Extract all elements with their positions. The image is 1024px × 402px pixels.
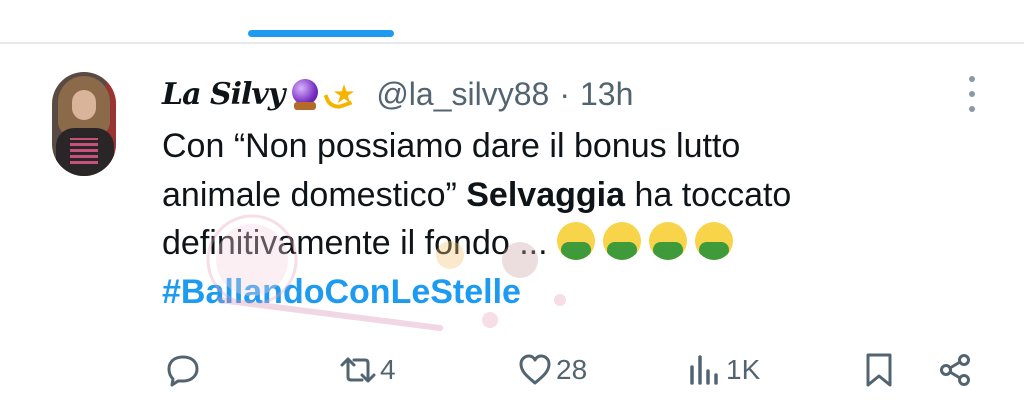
divider (0, 42, 1024, 44)
tweet-header: La Silvy ★ @la_silvy88 · 13h (162, 72, 633, 116)
retweet-icon (340, 357, 376, 383)
hashtag-link[interactable]: #BallandoConLeStelle (162, 273, 521, 311)
avatar-shirt-print (70, 138, 98, 164)
crystal-ball-icon (288, 77, 322, 111)
like-button[interactable]: 28 (518, 348, 587, 392)
nauseated-face-icon (649, 222, 688, 260)
user-handle[interactable]: @la_silvy88 (376, 76, 549, 113)
avatar[interactable] (52, 72, 116, 176)
bold-word: Selvaggia (466, 175, 625, 214)
tweet-text-line: definitivamente il fondo ... (162, 219, 882, 268)
tab-strip (0, 0, 1024, 46)
tweet-text-segment: ha toccato (625, 175, 792, 214)
tweet-text-line: Con “Non possiamo dare il bonus lutto (162, 127, 741, 165)
nauseated-face-icon (603, 222, 642, 260)
more-options-icon[interactable] (962, 76, 982, 112)
active-tab-indicator (248, 30, 394, 37)
dizzy-icon: ★ (323, 77, 360, 113)
separator: · (559, 75, 570, 112)
like-count: 28 (556, 354, 588, 385)
retweet-count: 4 (380, 354, 396, 385)
reply-button[interactable] (166, 348, 204, 392)
tweet-text-line: #BallandoConLeStelle (162, 268, 882, 317)
bookmark-button[interactable] (864, 348, 894, 392)
heart-icon (519, 354, 551, 385)
tweet-text: Con “Non possiamo dare il bonus lutto an… (162, 122, 882, 316)
reply-icon (167, 355, 199, 387)
share-icon (940, 354, 970, 386)
tweet-text-line: animale domestico” Selvaggia ha toccato (162, 171, 882, 220)
views-button[interactable]: 1K (688, 348, 760, 392)
avatar-face (72, 90, 96, 120)
nauseated-face-icon (557, 222, 596, 260)
tweet-text-segment: animale domestico” (162, 175, 467, 214)
bookmark-icon (866, 353, 892, 387)
nauseated-face-icon (695, 222, 734, 260)
display-name[interactable]: La Silvy (162, 77, 285, 112)
action-bar: 4 28 1K (0, 344, 1024, 398)
retweet-button[interactable]: 4 (340, 348, 396, 392)
views-count: 1K (726, 354, 761, 385)
share-button[interactable] (938, 348, 972, 392)
tweet-text-segment: definitivamente il fondo ... (162, 224, 558, 262)
bar-chart-icon (690, 355, 718, 385)
timestamp[interactable]: 13h (580, 76, 633, 113)
